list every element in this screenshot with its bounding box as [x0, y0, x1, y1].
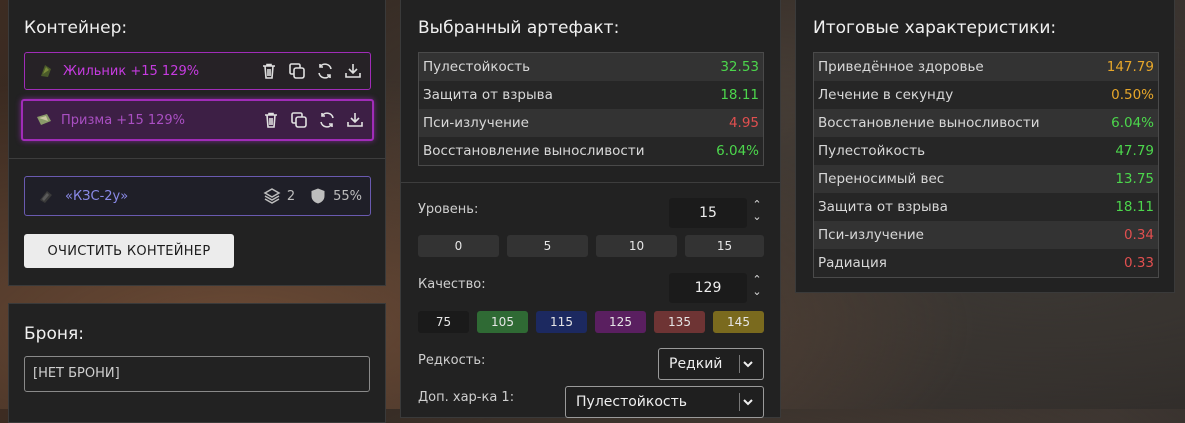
artifact-name: Жильник +15 129% [63, 63, 200, 79]
armor-title: Броня: [24, 324, 84, 344]
table-row: Пси-излучение 0.34 [814, 221, 1158, 249]
rarity-value: Редкий [669, 356, 723, 372]
chevron-down-icon: ⌄ [752, 210, 762, 223]
table-row: Пси-излучение 4.95 [419, 109, 763, 137]
trash-icon[interactable] [262, 111, 280, 129]
level-stepper[interactable]: ⌃ ⌄ [751, 199, 763, 223]
download-icon[interactable] [346, 111, 364, 129]
shield-icon [309, 187, 327, 205]
container-panel: Контейнер: Жильник +15 129% Призма +15 1… [8, 0, 386, 286]
trash-icon[interactable] [260, 62, 278, 80]
chevron-down-icon [743, 361, 753, 368]
case-slots: 2 [286, 188, 296, 204]
layers-icon [263, 187, 281, 205]
case-name: «КЗС-2у» [65, 188, 129, 204]
copy-icon[interactable] [288, 62, 306, 80]
table-row: Лечение в секунду 0.50% [814, 81, 1158, 109]
selected-artifact-panel: Выбранный артефакт: Пулестойкость 32.53 З… [400, 0, 781, 418]
chevron-down-icon: ⌄ [752, 285, 762, 298]
level-preset-5[interactable]: 5 [507, 235, 588, 257]
container-divider [9, 158, 385, 159]
refresh-icon[interactable] [318, 111, 336, 129]
copy-icon[interactable] [290, 111, 308, 129]
artifact-name: Призма +15 129% [61, 112, 186, 128]
artifact-green-icon [37, 62, 55, 80]
table-row: Приведённое здоровье 147.79 [814, 53, 1158, 81]
total-stats-table: Приведённое здоровье 147.79 Лечение в сек… [813, 52, 1159, 278]
container-artifact-row-selected[interactable]: Призма +15 129% [21, 99, 374, 141]
download-icon[interactable] [344, 62, 362, 80]
table-row: Защита от взрыва 18.11 [419, 81, 763, 109]
artifact-divider [401, 182, 780, 183]
case-protection: 55% [333, 188, 362, 204]
quality-preset-75[interactable]: 75 [418, 311, 469, 333]
container-case-row[interactable]: «КЗС-2у» 2 55% [24, 176, 371, 216]
armor-field[interactable]: [НЕТ БРОНИ] [24, 356, 370, 392]
total-stats-title: Итоговые характеристики: [813, 18, 1057, 38]
table-row: Восстановление выносливости 6.04% [814, 109, 1158, 137]
artifact-stats-table: Пулестойкость 32.53 Защита от взрыва 18.11… [418, 52, 764, 166]
quality-preset-135[interactable]: 135 [654, 311, 705, 333]
case-icon [37, 187, 55, 205]
extra-stat-select[interactable]: Пулестойкость [565, 386, 764, 418]
rarity-label: Редкость: [418, 353, 486, 368]
artifact-prism-icon [35, 111, 53, 129]
level-input[interactable]: 15 [669, 198, 747, 228]
refresh-icon[interactable] [316, 62, 334, 80]
table-row: Защита от взрыва 18.11 [814, 193, 1158, 221]
quality-preset-125[interactable]: 125 [595, 311, 646, 333]
extra-stat-label: Доп. хар-ка 1: [418, 390, 515, 405]
table-row: Переносимый вес 13.75 [814, 165, 1158, 193]
quality-preset-115[interactable]: 115 [536, 311, 587, 333]
level-preset-15[interactable]: 15 [685, 235, 764, 257]
table-row: Пулестойкость 47.79 [814, 137, 1158, 165]
quality-input[interactable]: 129 [669, 273, 747, 303]
level-preset-0[interactable]: 0 [418, 235, 499, 257]
selected-artifact-title: Выбранный артефакт: [418, 18, 620, 38]
table-row: Восстановление выносливости 6.04% [419, 137, 763, 165]
clear-container-button[interactable]: ОЧИСТИТЬ КОНТЕЙНЕР [24, 234, 234, 268]
quality-preset-105[interactable]: 105 [477, 311, 528, 333]
armor-panel: Броня: [НЕТ БРОНИ] [8, 303, 386, 423]
container-title: Контейнер: [24, 18, 128, 38]
level-preset-10[interactable]: 10 [596, 235, 677, 257]
chevron-down-icon [743, 399, 753, 406]
quality-stepper[interactable]: ⌃ ⌄ [751, 274, 763, 298]
container-artifact-row[interactable]: Жильник +15 129% [24, 52, 371, 90]
extra-stat-value: Пулестойкость [576, 394, 688, 410]
rarity-select[interactable]: Редкий [658, 348, 764, 380]
total-stats-panel: Итоговые характеристики: Приведённое здо… [795, 0, 1175, 293]
quality-label: Качество: [418, 277, 486, 292]
level-label: Уровень: [418, 202, 479, 217]
table-row: Радиация 0.33 [814, 249, 1158, 277]
quality-preset-145[interactable]: 145 [713, 311, 764, 333]
table-row: Пулестойкость 32.53 [419, 53, 763, 81]
